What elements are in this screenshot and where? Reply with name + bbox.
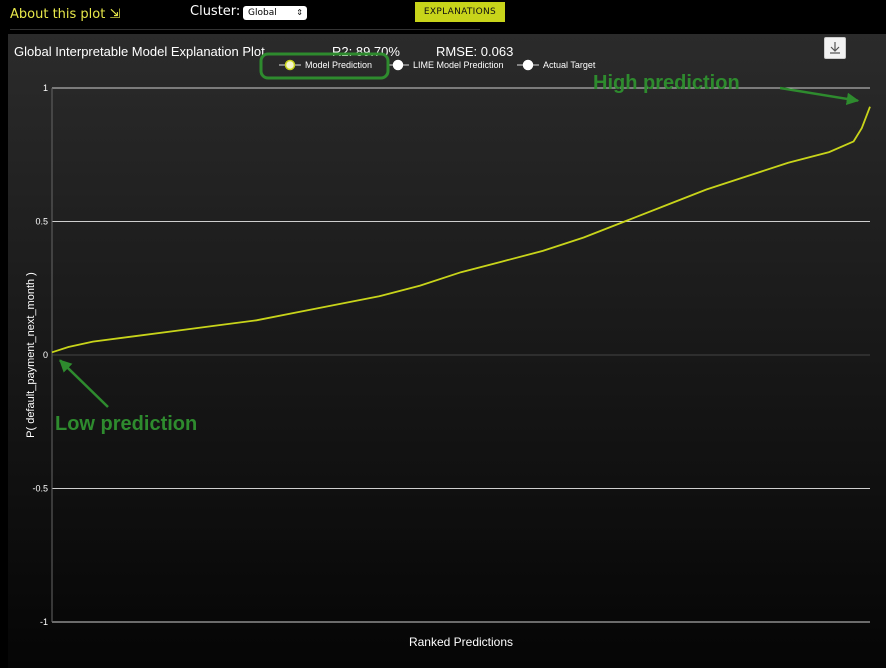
r2-label: R2: 89.70% xyxy=(332,44,400,59)
legend: Model Prediction LIME Model Prediction Act… xyxy=(279,59,596,71)
chart-title: Global Interpretable Model Explanation P… xyxy=(14,44,265,59)
legend-entry[interactable]: Model Prediction xyxy=(305,60,372,70)
legend-marker-icon xyxy=(392,59,404,71)
legend-marker-icon xyxy=(522,59,534,71)
y-axis-label: P( default_payment_next_month ) xyxy=(25,272,37,438)
rmse-label: RMSE: 0.063 xyxy=(436,44,513,59)
series-group xyxy=(51,106,871,354)
annotations: High prediction Low prediction xyxy=(55,72,860,435)
legend-marker-icon xyxy=(284,59,296,71)
grid-lines xyxy=(52,87,870,623)
low-prediction-arrow xyxy=(59,359,109,408)
legend-entry[interactable]: Actual Target xyxy=(543,60,596,70)
chart-svg: 1 0.5 0 -0.5 -1 Global Interpretable Model E… xyxy=(14,44,871,649)
high-prediction-annotation: High prediction xyxy=(593,72,740,94)
legend-entry[interactable]: LIME Model Prediction xyxy=(413,60,504,70)
y-tick-label: 1 xyxy=(43,83,48,93)
model-prediction-line xyxy=(51,106,871,354)
y-tick-label: -1 xyxy=(40,617,48,627)
y-tick-label: 0 xyxy=(43,350,48,360)
x-axis-label: Ranked Predictions xyxy=(409,635,513,649)
y-tick-label: 0.5 xyxy=(35,217,48,227)
y-tick-label: -0.5 xyxy=(32,484,48,494)
low-prediction-annotation: Low prediction xyxy=(55,413,197,435)
high-prediction-arrow xyxy=(779,86,860,106)
